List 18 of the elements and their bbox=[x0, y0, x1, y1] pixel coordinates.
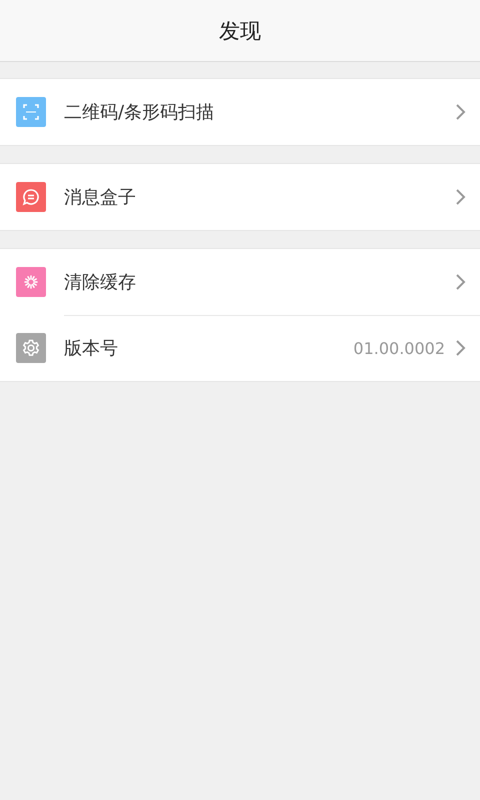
chevron-icon bbox=[455, 188, 466, 206]
menu-label: 二维码/条形码扫描 bbox=[64, 101, 216, 124]
chevron-icon bbox=[455, 339, 466, 357]
menu-item[interactable]: 清除缓存 bbox=[0, 249, 480, 315]
scan-icon bbox=[16, 97, 46, 127]
version-number: 01.00.0002 bbox=[353, 338, 445, 358]
menu-label: 清除缓存 bbox=[64, 271, 137, 294]
menu-label: 版本号 bbox=[64, 337, 119, 360]
menu-item[interactable]: 版本号 01.00.0002 bbox=[0, 315, 480, 381]
page-title: 发现 bbox=[219, 18, 261, 44]
menu-item[interactable]: 消息盒子 bbox=[0, 164, 480, 230]
chevron-icon bbox=[455, 103, 466, 121]
chat-bubble-icon bbox=[16, 182, 46, 212]
settings-icon bbox=[16, 333, 46, 363]
chevron-icon bbox=[455, 273, 466, 291]
menu-label: 消息盒子 bbox=[64, 186, 137, 209]
spinner-icon bbox=[16, 267, 46, 297]
menu-item[interactable]: 二维码/条形码扫描 bbox=[0, 79, 480, 145]
